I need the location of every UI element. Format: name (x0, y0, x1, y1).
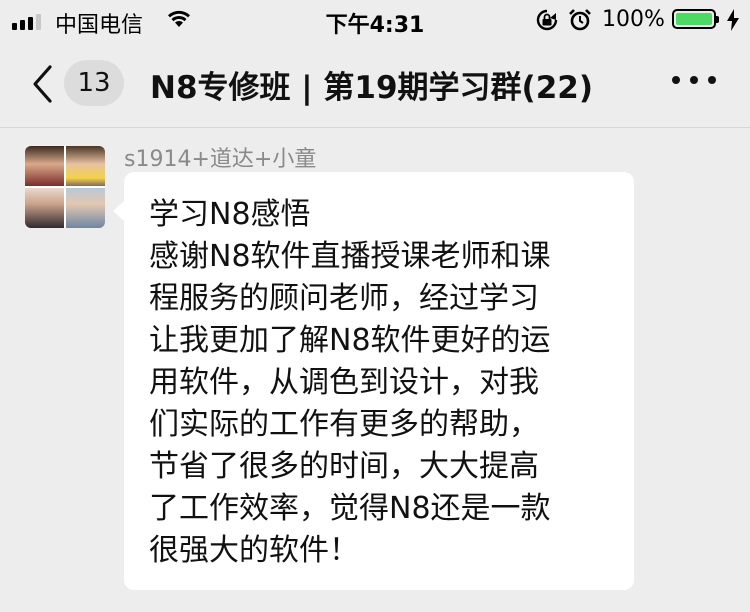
message-line: 了工作效率，觉得N8还是一款 (149, 491, 551, 526)
status-bar: 中国电信 下午4:31 100% (0, 0, 750, 40)
message-line: 让我更加了解N8软件更好的运 (149, 323, 551, 358)
message-line: 们实际的工作有更多的帮助， (149, 407, 539, 442)
chat-header: 13 N8专修班 | 第19期学习群(22) (0, 40, 750, 128)
charging-icon (727, 9, 739, 31)
message-line: 很强大的软件！ (149, 533, 359, 568)
message-line: 用软件，从调色到设计，对我 (149, 365, 539, 400)
back-chevron-icon[interactable] (30, 64, 54, 104)
sender-name: s1914+道达+小童 (124, 147, 317, 172)
more-dots-icon[interactable] (672, 76, 716, 90)
message-line: 感谢N8软件直播授课老师和课 (149, 239, 551, 274)
sender-avatar[interactable] (25, 146, 105, 228)
message-line: 程服务的顾问老师，经过学习 (149, 281, 539, 316)
battery-icon (672, 9, 719, 29)
chat-title: N8专修班 | 第19期学习群(22) (150, 70, 594, 106)
unread-count-badge[interactable]: 13 (64, 60, 124, 106)
message-bubble[interactable]: 学习N8感悟 感谢N8软件直播授课老师和课 程服务的顾问老师，经过学习 让我更加… (113, 172, 634, 590)
battery-percent: 100% (602, 7, 665, 32)
message-line: 学习N8感悟 (149, 197, 311, 232)
message-line: 节省了很多的时间，大大提高 (149, 449, 539, 484)
lock-rotation-icon (536, 9, 558, 31)
alarm-icon (569, 9, 591, 31)
